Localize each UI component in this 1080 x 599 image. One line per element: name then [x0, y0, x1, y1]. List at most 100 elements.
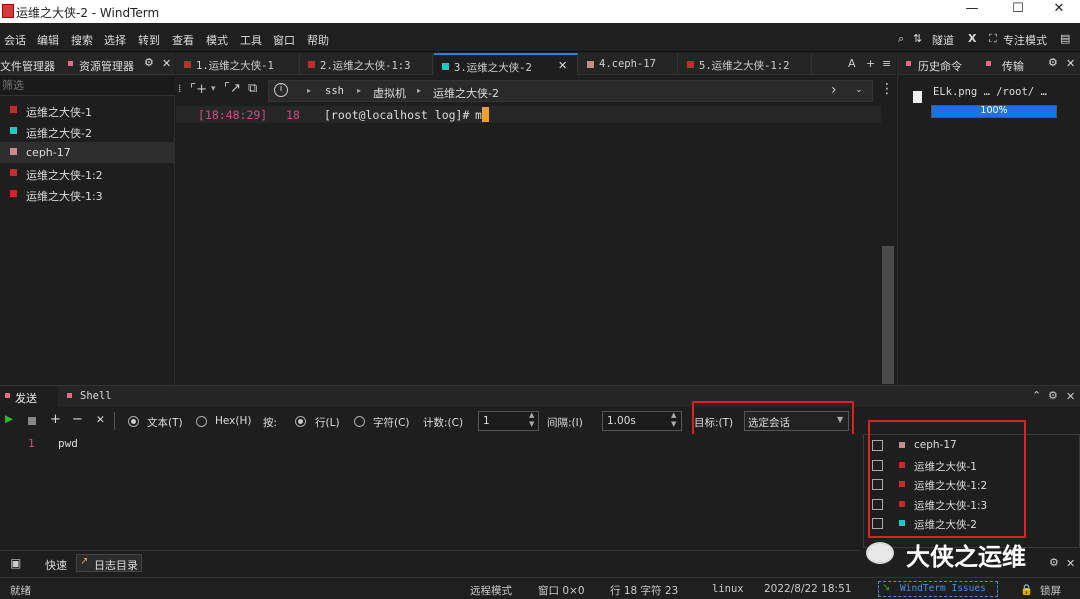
menu-bar: 会话 编辑 搜索 选择 转到 查看 模式 工具 窗口 帮助 ⌕ ⇅ 隧道 X ⛶…	[0, 24, 1080, 52]
add-tab-icon[interactable]: +	[866, 57, 875, 70]
gear-icon[interactable]: ⚙	[1049, 556, 1059, 569]
minimize-button[interactable]: —	[949, 1, 995, 21]
issues-link[interactable]: ↘ WindTerm Issues	[878, 581, 998, 597]
char-radio[interactable]	[354, 416, 365, 427]
status-bar: 就绪 远程模式 窗口 0×0 行 18 字符 23 linux 2022/8/2…	[0, 577, 1080, 599]
tab-resource-manager[interactable]: 资源管理器	[79, 58, 134, 74]
hex-radio[interactable]	[196, 416, 207, 427]
filter-input[interactable]	[0, 76, 175, 96]
quick-button[interactable]: 快速	[45, 557, 67, 573]
tab-transfer[interactable]: 传输	[1002, 58, 1024, 74]
session-color-icon	[10, 127, 17, 134]
collapse-icon[interactable]: ⌃	[1032, 389, 1041, 402]
gear-icon[interactable]: ⚙	[144, 56, 154, 69]
panel-icon[interactable]: ▣	[10, 556, 21, 570]
tunnel-icon: ⇅	[913, 32, 923, 45]
interval-value: 1.00s	[607, 415, 636, 427]
menu-view[interactable]: 查看	[172, 32, 194, 48]
gear-icon[interactable]: ⚙	[1048, 56, 1058, 69]
close-icon[interactable]: ✕	[1066, 557, 1075, 570]
watermark: 大侠之运维	[862, 536, 1050, 571]
remove-icon[interactable]: −	[72, 412, 83, 427]
spin-down-icon[interactable]: ▼	[671, 420, 676, 428]
menu-search[interactable]: 搜索	[71, 32, 93, 48]
close-icon[interactable]: ✕	[1066, 390, 1075, 403]
chevron-down-icon[interactable]: ⌄	[855, 85, 863, 95]
transfer-progress-bar: 100%	[931, 105, 1057, 118]
tab-session[interactable]: 2.运维之大侠-1:3	[300, 53, 433, 75]
breadcrumb-session[interactable]: 运维之大侠-2	[433, 85, 499, 101]
session-item[interactable]: 运维之大侠-1:2	[0, 163, 175, 184]
count-stepper[interactable]: 1 ▲ ▼	[478, 411, 539, 431]
spin-up-icon[interactable]: ▲	[529, 411, 534, 419]
tab-shell[interactable]: Shell	[80, 390, 112, 402]
tab-session[interactable]: 1.运维之大侠-1	[176, 53, 300, 75]
menu-tools[interactable]: 工具	[240, 32, 262, 48]
progress-text: 100%	[980, 105, 1008, 116]
menu-window[interactable]: 窗口	[273, 32, 295, 48]
target-select[interactable]: 选定会话 ▼	[744, 411, 849, 431]
tab-send[interactable]: 发送	[0, 386, 58, 407]
stop-icon[interactable]	[28, 417, 36, 425]
tab-session[interactable]: 3.运维之大侠-2 ✕	[434, 53, 578, 75]
duplicate-icon[interactable]: ⌜↗	[224, 81, 241, 96]
line-radio[interactable]	[295, 416, 306, 427]
session-item[interactable]: 运维之大侠-2	[0, 121, 175, 142]
spin-down-icon[interactable]: ▼	[529, 420, 534, 428]
tab-session[interactable]: 5.运维之大侠-1:2	[679, 53, 812, 75]
chevron-right-icon[interactable]: ›	[831, 82, 837, 98]
panel-toggle-icon[interactable]: ▤	[1060, 32, 1070, 45]
log-dir-button[interactable]: ↗ 日志目录	[76, 554, 142, 572]
session-color-icon	[10, 169, 17, 176]
maximize-button[interactable]: ☐	[995, 1, 1041, 21]
terminal-output[interactable]: [18:48:29] 18 [root@localhost log]# m	[176, 104, 896, 384]
lock-icon[interactable]: 🔒	[1020, 583, 1033, 596]
right-panel: 历史命令 传输 ⚙ ✕ ELk.png … /root/ … 100%	[897, 53, 1080, 385]
menu-edit[interactable]: 编辑	[37, 32, 59, 48]
x-button[interactable]: X	[968, 32, 976, 45]
text-radio[interactable]	[128, 416, 139, 427]
send-editor[interactable]: 1 pwd	[0, 434, 860, 548]
add-icon[interactable]: +	[50, 412, 61, 427]
session-item[interactable]: ceph-17	[0, 142, 175, 163]
interval-stepper[interactable]: 1.00s ▲ ▼	[602, 411, 682, 431]
search-icon[interactable]: ⌕	[898, 32, 904, 46]
close-icon[interactable]: ✕	[162, 57, 171, 70]
lock-screen-button[interactable]: 锁屏	[1040, 583, 1061, 598]
copy-icon[interactable]: ⧉	[248, 81, 257, 96]
play-icon[interactable]: ▶	[5, 413, 13, 425]
tab-menu-icon[interactable]: ≡	[882, 57, 891, 70]
close-icon[interactable]: ✕	[1066, 57, 1075, 70]
font-button[interactable]: A	[848, 57, 856, 70]
left-panel: 文件管理器 资源管理器 ⚙ ✕ 运维之大侠-1 运维之大侠-2 ceph-17 运维之…	[0, 53, 175, 385]
new-session-icon[interactable]: ⌜+	[190, 82, 207, 97]
menu-help[interactable]: 帮助	[307, 32, 329, 48]
breadcrumb-vm[interactable]: 虚拟机	[373, 85, 406, 101]
menu-select[interactable]: 选择	[104, 32, 126, 48]
scrollbar-thumb[interactable]	[882, 246, 894, 384]
session-item[interactable]: 运维之大侠-1	[0, 100, 175, 121]
session-color-icon	[10, 148, 17, 155]
target-select-value: 选定会话	[748, 417, 790, 429]
gear-icon[interactable]: ⚙	[1048, 389, 1058, 402]
menu-session[interactable]: 会话	[4, 32, 26, 48]
send-toolbar: ▶ + − ✕ 文本(T) Hex(H) 按: 行(L) 字符(C) 计数:(C…	[0, 401, 860, 441]
close-tab-icon[interactable]: ✕	[558, 59, 567, 72]
tunnel-button[interactable]: 隧道	[932, 32, 954, 48]
info-icon[interactable]: i	[274, 83, 288, 97]
more-icon[interactable]: ⋮	[880, 81, 894, 97]
session-item[interactable]: 运维之大侠-1:3	[0, 184, 175, 205]
clear-icon[interactable]: ✕	[96, 414, 105, 426]
tab-session[interactable]: 4.ceph-17	[579, 53, 678, 75]
status-remote-mode[interactable]: 远程模式	[470, 583, 512, 598]
breadcrumb-ssh[interactable]: ssh	[325, 85, 344, 97]
tab-color-icon	[442, 63, 449, 70]
tab-history[interactable]: 历史命令	[918, 58, 962, 74]
focus-mode-button[interactable]: 专注模式	[1003, 32, 1047, 48]
spin-up-icon[interactable]: ▲	[671, 411, 676, 419]
chevron-down-icon[interactable]: ▾	[211, 84, 216, 94]
tab-file-manager[interactable]: 文件管理器	[0, 58, 55, 74]
close-button[interactable]: ✕	[1036, 1, 1080, 21]
menu-mode[interactable]: 模式	[206, 32, 228, 48]
menu-goto[interactable]: 转到	[138, 32, 160, 48]
